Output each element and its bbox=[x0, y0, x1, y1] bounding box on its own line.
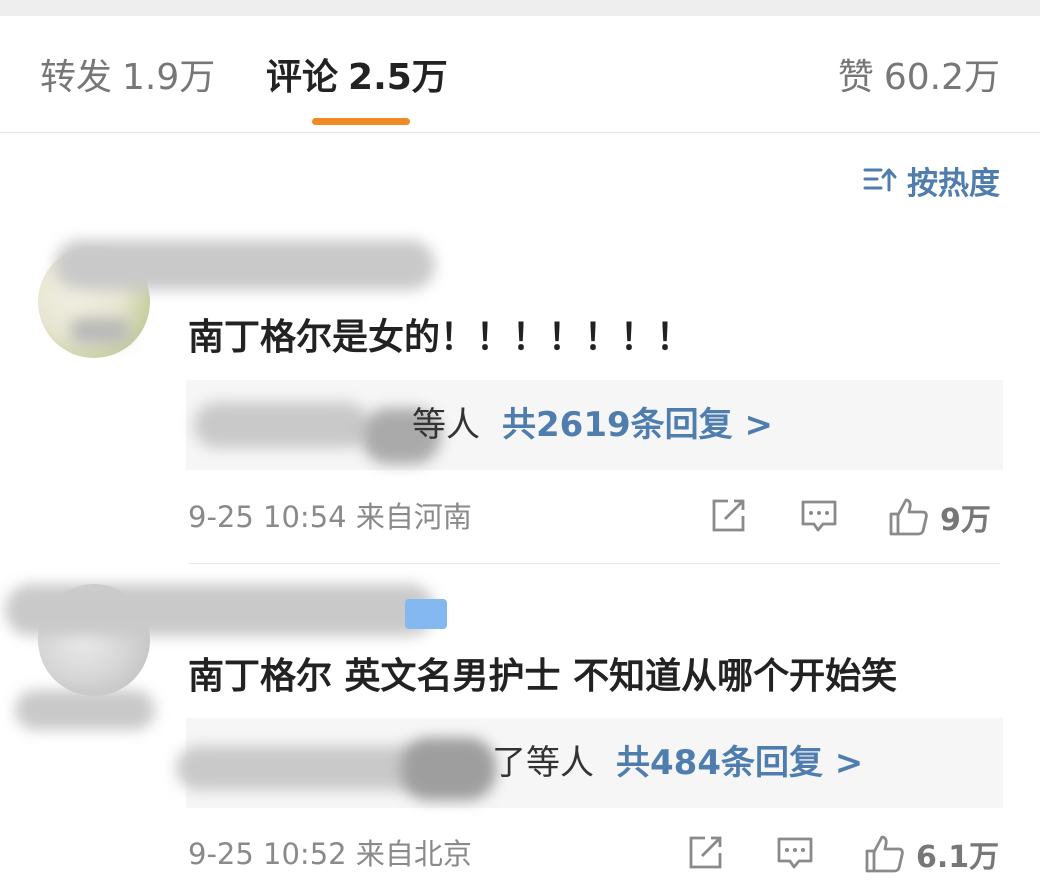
tab-comments-label: 评论 bbox=[266, 57, 339, 98]
comment-divider bbox=[188, 563, 1000, 564]
like-count: 6.1万 bbox=[916, 840, 1000, 875]
like-button[interactable]: 9万 bbox=[888, 495, 991, 539]
sort-button[interactable]: 按热度 bbox=[863, 160, 1000, 202]
reply-preview[interactable]: 等人 共2619条回复 > bbox=[186, 380, 1003, 470]
sort-icon bbox=[863, 168, 897, 192]
reply-count-link[interactable]: 共2619条回复 > bbox=[502, 380, 773, 470]
redacted-overlay bbox=[70, 318, 130, 344]
reply-users: 了等人 bbox=[492, 743, 594, 783]
comment-text: 南丁格尔是女的！！！！！！！ bbox=[188, 317, 693, 358]
comment-button[interactable] bbox=[776, 835, 814, 873]
repost-icon bbox=[712, 499, 745, 532]
redacted-reply-names bbox=[194, 402, 369, 448]
repost-button[interactable] bbox=[685, 833, 725, 873]
thumbs-up-icon bbox=[889, 498, 928, 536]
top-band bbox=[0, 0, 1040, 16]
tab-bar: 转发 1.9万 评论 2.5万 赞 60.2万 bbox=[0, 16, 1040, 133]
reply-count-link[interactable]: 共484条回复 > bbox=[616, 718, 863, 808]
tab-repost-label: 转发 bbox=[40, 57, 113, 98]
comment-button[interactable] bbox=[800, 498, 838, 536]
redacted-username bbox=[55, 240, 435, 290]
like-count: 9万 bbox=[940, 503, 991, 538]
repost-button[interactable] bbox=[708, 496, 748, 536]
redacted-overlay bbox=[15, 690, 155, 730]
sort-label: 按热度 bbox=[907, 165, 1000, 202]
thumbs-up-icon bbox=[865, 835, 904, 873]
redacted-username bbox=[5, 584, 435, 636]
like-button[interactable]: 6.1万 bbox=[864, 832, 999, 876]
tab-repost[interactable]: 转发 1.9万 bbox=[40, 56, 215, 100]
tab-repost-count: 1.9万 bbox=[122, 57, 216, 98]
tab-likes-count: 60.2万 bbox=[883, 57, 1000, 98]
redacted-reply-names bbox=[401, 738, 496, 800]
repost-icon bbox=[689, 836, 722, 869]
reply-users: 等人 bbox=[412, 405, 480, 445]
tab-likes[interactable]: 赞 60.2万 bbox=[838, 56, 1000, 100]
tab-comments[interactable]: 评论 2.5万 bbox=[266, 56, 448, 100]
tab-comments-count: 2.5万 bbox=[348, 57, 448, 98]
member-badge bbox=[405, 599, 447, 629]
comment-icon bbox=[777, 837, 813, 869]
comment-text: 南丁格尔 英文名男护士 不知道从哪个开始笑 bbox=[188, 656, 898, 697]
active-tab-indicator bbox=[312, 118, 410, 125]
reply-preview[interactable]: 了等人 共484条回复 > bbox=[176, 718, 1003, 808]
tab-likes-label: 赞 bbox=[837, 57, 874, 98]
comment-icon bbox=[801, 500, 837, 532]
comment-meta: 9-25 10:54 来自河南 bbox=[188, 500, 472, 534]
comment-meta: 9-25 10:52 来自北京 bbox=[188, 837, 472, 871]
